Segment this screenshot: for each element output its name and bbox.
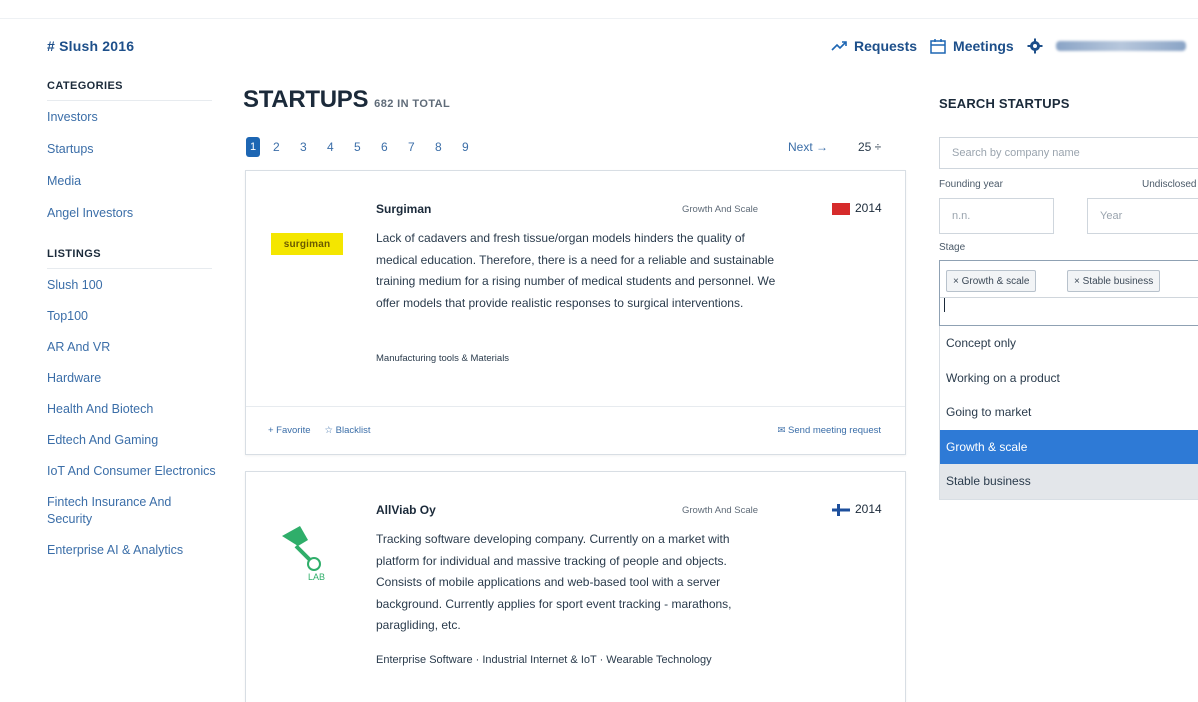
page-header: STARTUPS 682 IN TOTAL [243, 86, 450, 114]
page-5[interactable]: 5 [354, 137, 381, 157]
page-1[interactable]: 1 [246, 137, 273, 157]
stage-option-working[interactable]: Working on a product [940, 361, 1198, 396]
company-stage: Growth And Scale [682, 204, 759, 215]
top-divider [0, 18, 1198, 19]
page-6[interactable]: 6 [381, 137, 408, 157]
page-8[interactable]: 8 [435, 137, 462, 157]
requests-link[interactable]: Requests [830, 37, 917, 55]
user-account-menu[interactable] [1055, 41, 1186, 51]
svg-text:LAB: LAB [308, 572, 325, 582]
top-navigation: Requests Meetings [830, 37, 1186, 55]
categories-list: Investors Startups Media Angel Investors [47, 109, 217, 222]
sidebar: CATEGORIES Investors Startups Media Ange… [47, 80, 217, 573]
brand-logo[interactable]: # Slush 2016 [47, 38, 134, 54]
stage-option-stable[interactable]: Stable business [940, 464, 1198, 499]
sidebar-item-investors[interactable]: Investors [47, 109, 217, 126]
page-2[interactable]: 2 [273, 137, 300, 157]
sidebar-item-iot-consumer-electronics[interactable]: IoT And Consumer Electronics [47, 463, 217, 480]
blacklist-button[interactable]: ☆ Blacklist [325, 425, 371, 436]
sidebar-item-top100[interactable]: Top100 [47, 308, 217, 325]
pagination: 1 2 3 4 5 6 7 8 9 [246, 137, 489, 157]
founding-year: 2014 [855, 201, 882, 215]
settings-button[interactable] [1026, 37, 1044, 55]
send-meeting-request-button[interactable]: ✉ Send meeting request [777, 425, 881, 436]
listings-heading: LISTINGS [47, 248, 212, 269]
meetings-link[interactable]: Meetings [929, 37, 1014, 55]
startup-card: surgiman Surgiman Growth And Scale 2014 … [245, 170, 906, 455]
requests-label: Requests [854, 38, 918, 54]
stage-chip-growth[interactable]: × Growth & scale [946, 270, 1037, 292]
page-4[interactable]: 4 [327, 137, 354, 157]
categories-heading: CATEGORIES [47, 80, 212, 101]
meetings-label: Meetings [953, 38, 1014, 54]
company-description: Tracking software developing company. Cu… [376, 532, 732, 632]
next-page-link[interactable]: Next → [788, 140, 828, 154]
sidebar-item-ar-vr[interactable]: AR And VR [47, 339, 217, 356]
search-heading: SEARCH STARTUPS [939, 96, 1070, 111]
stage-option-going-to-market[interactable]: Going to market [940, 395, 1198, 430]
stage-multiselect[interactable]: × Growth & scale × Stable business [939, 260, 1198, 326]
flag-icon [832, 203, 850, 215]
gear-icon [1027, 38, 1043, 54]
page-title: STARTUPS [243, 86, 369, 113]
calendar-icon [930, 39, 946, 54]
search-input[interactable]: Search by company name [939, 137, 1198, 169]
sidebar-item-startups[interactable]: Startups [47, 141, 217, 158]
sidebar-item-fintech-insurance-security[interactable]: Fintech Insurance And Security [47, 494, 217, 528]
flag-icon [832, 504, 850, 516]
page-9[interactable]: 9 [462, 137, 489, 157]
page-7[interactable]: 7 [408, 137, 435, 157]
sidebar-item-edtech-gaming[interactable]: Edtech And Gaming [47, 432, 217, 449]
card-divider [246, 406, 905, 407]
stage-option-growth[interactable]: Growth & scale [940, 429, 1198, 464]
handshake-icon [831, 41, 847, 51]
total-count: 682 IN TOTAL [374, 98, 451, 110]
year-from-input[interactable]: n.n. [939, 198, 1054, 234]
sidebar-item-slush-100[interactable]: Slush 100 [47, 277, 217, 294]
page-3[interactable]: 3 [300, 137, 327, 157]
stage-dropdown: Concept only Working on a product Going … [939, 326, 1198, 500]
founding-year: 2014 [855, 502, 882, 516]
company-logo-icon: LAB [282, 526, 325, 582]
company-stage: Growth And Scale [682, 505, 759, 516]
startup-card: LAB AllViab Oy Growth And Scale 2014 Tra… [245, 471, 906, 702]
sidebar-item-health-biotech[interactable]: Health And Biotech [47, 401, 217, 418]
sidebar-item-media[interactable]: Media [47, 173, 217, 190]
company-name[interactable]: Surgiman [376, 202, 431, 216]
undisclosed-label[interactable]: Undisclosed [1142, 179, 1196, 190]
per-page-select[interactable]: 25 ÷ [858, 140, 881, 154]
company-name[interactable]: AllViab Oy [376, 503, 436, 517]
company-tags: Enterprise Software · Industrial Interne… [376, 654, 712, 666]
chip-divider [940, 297, 1198, 298]
text-caret [944, 298, 945, 312]
stage-chip-stable[interactable]: × Stable business [1067, 270, 1161, 292]
year-to-input[interactable]: Year [1087, 198, 1198, 234]
sidebar-item-hardware[interactable]: Hardware [47, 370, 217, 387]
favorite-button[interactable]: + Favorite [268, 425, 311, 436]
company-tags: Manufacturing tools & Materials [376, 353, 510, 364]
stage-option-concept[interactable]: Concept only [940, 326, 1198, 361]
card-actions: + Favorite ☆ Blacklist [268, 425, 371, 436]
founding-year-label: Founding year [939, 179, 1003, 190]
sidebar-item-angel-investors[interactable]: Angel Investors [47, 205, 217, 222]
company-logo: surgiman [271, 233, 343, 255]
company-description: Lack of cadavers and fresh tissue/organ … [376, 231, 776, 310]
sidebar-item-enterprise-ai-analytics[interactable]: Enterprise AI & Analytics [47, 542, 217, 559]
listings-list: Slush 100 Top100 AR And VR Hardware Heal… [47, 277, 217, 559]
stage-label: Stage [939, 242, 966, 253]
